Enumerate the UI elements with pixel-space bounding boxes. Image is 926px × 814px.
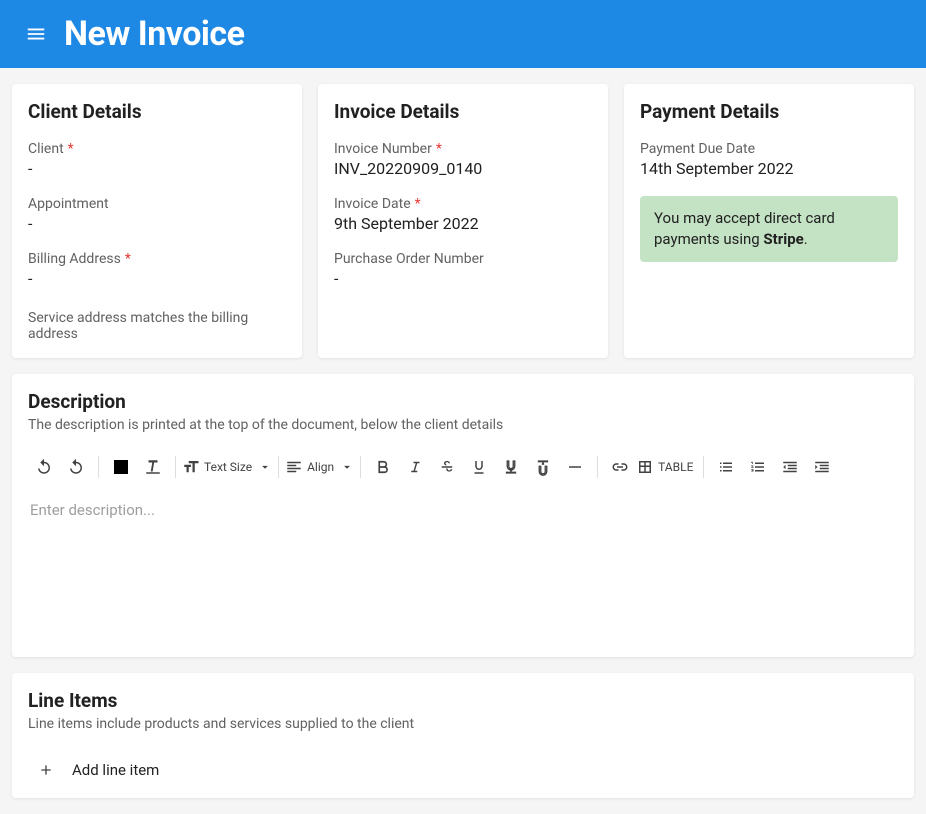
invoice-details-title: Invoice Details <box>334 100 592 123</box>
menu-button[interactable] <box>16 14 56 54</box>
payment-due-label: Payment Due Date <box>640 141 898 157</box>
italic-button[interactable] <box>399 451 431 483</box>
subscript-icon <box>502 458 520 476</box>
stripe-info-prefix: You may accept direct card payments usin… <box>654 209 835 248</box>
outdent-icon <box>781 458 799 476</box>
table-icon <box>636 458 654 476</box>
stripe-info-suffix: . <box>804 230 808 248</box>
plus-icon <box>28 760 64 780</box>
caret-down-icon <box>340 460 354 474</box>
appointment-label: Appointment <box>28 196 286 212</box>
text-size-label: Text Size <box>200 460 256 474</box>
link-icon <box>611 458 629 476</box>
caret-down-icon <box>258 460 272 474</box>
line-items-card: Line Items Line items include products a… <box>12 673 914 798</box>
undo-icon <box>35 458 53 476</box>
payment-details-card: Payment Details Payment Due Date 14th Se… <box>624 84 914 358</box>
toolbar-separator <box>175 456 176 478</box>
text-size-icon <box>182 458 200 476</box>
toolbar-separator <box>597 456 598 478</box>
page-title: New Invoice <box>64 14 245 54</box>
client-field[interactable]: Client* - <box>28 141 286 178</box>
billing-value: - <box>28 269 286 288</box>
appointment-field[interactable]: Appointment - <box>28 196 286 233</box>
hr-button[interactable] <box>559 451 591 483</box>
undo-button[interactable] <box>28 451 60 483</box>
editor-toolbar: Text Size Align TABLE <box>28 447 898 487</box>
invoice-details-card: Invoice Details Invoice Number* INV_2022… <box>318 84 608 358</box>
client-details-title: Client Details <box>28 100 286 123</box>
content: Client Details Client* - Appointment - B… <box>0 68 926 814</box>
horizontal-rule-icon <box>566 458 584 476</box>
indent-icon <box>813 458 831 476</box>
app-bar: New Invoice <box>0 0 926 68</box>
align-label: Align <box>303 460 338 474</box>
payment-due-value: 14th September 2022 <box>640 159 898 178</box>
invoice-number-field[interactable]: Invoice Number* INV_20220909_0140 <box>334 141 592 178</box>
toolbar-separator <box>703 456 704 478</box>
appointment-value: - <box>28 214 286 233</box>
redo-button[interactable] <box>60 451 92 483</box>
client-details-card: Client Details Client* - Appointment - B… <box>12 84 302 358</box>
text-size-dropdown[interactable]: Text Size <box>182 458 272 476</box>
invoice-number-label: Invoice Number* <box>334 141 592 157</box>
client-label: Client* <box>28 141 286 157</box>
indent-button[interactable] <box>806 451 838 483</box>
stripe-info-box: You may accept direct card payments usin… <box>640 196 898 262</box>
number-list-button[interactable] <box>742 451 774 483</box>
toolbar-separator <box>98 456 99 478</box>
redo-icon <box>67 458 85 476</box>
billing-address-field[interactable]: Billing Address* - <box>28 251 286 288</box>
strikethrough-icon <box>438 458 456 476</box>
invoice-date-field[interactable]: Invoice Date* 9th September 2022 <box>334 196 592 233</box>
po-number-label: Purchase Order Number <box>334 251 592 267</box>
strike-button[interactable] <box>431 451 463 483</box>
color-swatch-icon <box>114 460 128 474</box>
bold-button[interactable] <box>367 451 399 483</box>
clear-format-button[interactable] <box>137 451 169 483</box>
text-color-button[interactable] <box>105 451 137 483</box>
add-line-item-label: Add line item <box>72 761 159 779</box>
align-icon <box>285 458 303 476</box>
description-editor[interactable]: Enter description... <box>28 487 898 657</box>
payment-due-field[interactable]: Payment Due Date 14th September 2022 <box>640 141 898 178</box>
invoice-date-value: 9th September 2022 <box>334 214 592 233</box>
subscript-button[interactable] <box>495 451 527 483</box>
underline-button[interactable] <box>463 451 495 483</box>
toolbar-separator <box>360 456 361 478</box>
service-address-note: Service address matches the billing addr… <box>28 310 286 342</box>
description-subtitle: The description is printed at the top of… <box>28 417 898 433</box>
line-items-title: Line Items <box>28 689 898 712</box>
number-list-icon <box>749 458 767 476</box>
hamburger-icon <box>25 23 47 45</box>
top-cards-row: Client Details Client* - Appointment - B… <box>12 84 914 358</box>
add-line-item-button[interactable]: Add line item <box>28 760 898 780</box>
superscript-icon <box>534 458 552 476</box>
italic-icon <box>406 458 424 476</box>
link-button[interactable] <box>604 451 636 483</box>
toolbar-separator <box>278 456 279 478</box>
line-items-subtitle: Line items include products and services… <box>28 716 898 732</box>
align-dropdown[interactable]: Align <box>285 458 354 476</box>
underline-icon <box>470 458 488 476</box>
table-dropdown[interactable]: TABLE <box>636 458 697 476</box>
clear-format-icon <box>144 458 162 476</box>
po-number-value: - <box>334 269 592 288</box>
invoice-number-value: INV_20220909_0140 <box>334 159 592 178</box>
description-title: Description <box>28 390 898 413</box>
payment-details-title: Payment Details <box>640 100 898 123</box>
invoice-date-label: Invoice Date* <box>334 196 592 212</box>
stripe-info-bold[interactable]: Stripe <box>763 230 803 248</box>
table-label: TABLE <box>654 460 697 474</box>
client-value: - <box>28 159 286 178</box>
superscript-button[interactable] <box>527 451 559 483</box>
billing-label: Billing Address* <box>28 251 286 267</box>
po-number-field[interactable]: Purchase Order Number - <box>334 251 592 288</box>
bold-icon <box>374 458 392 476</box>
description-card: Description The description is printed a… <box>12 374 914 657</box>
outdent-button[interactable] <box>774 451 806 483</box>
bullet-list-icon <box>717 458 735 476</box>
bullet-list-button[interactable] <box>710 451 742 483</box>
